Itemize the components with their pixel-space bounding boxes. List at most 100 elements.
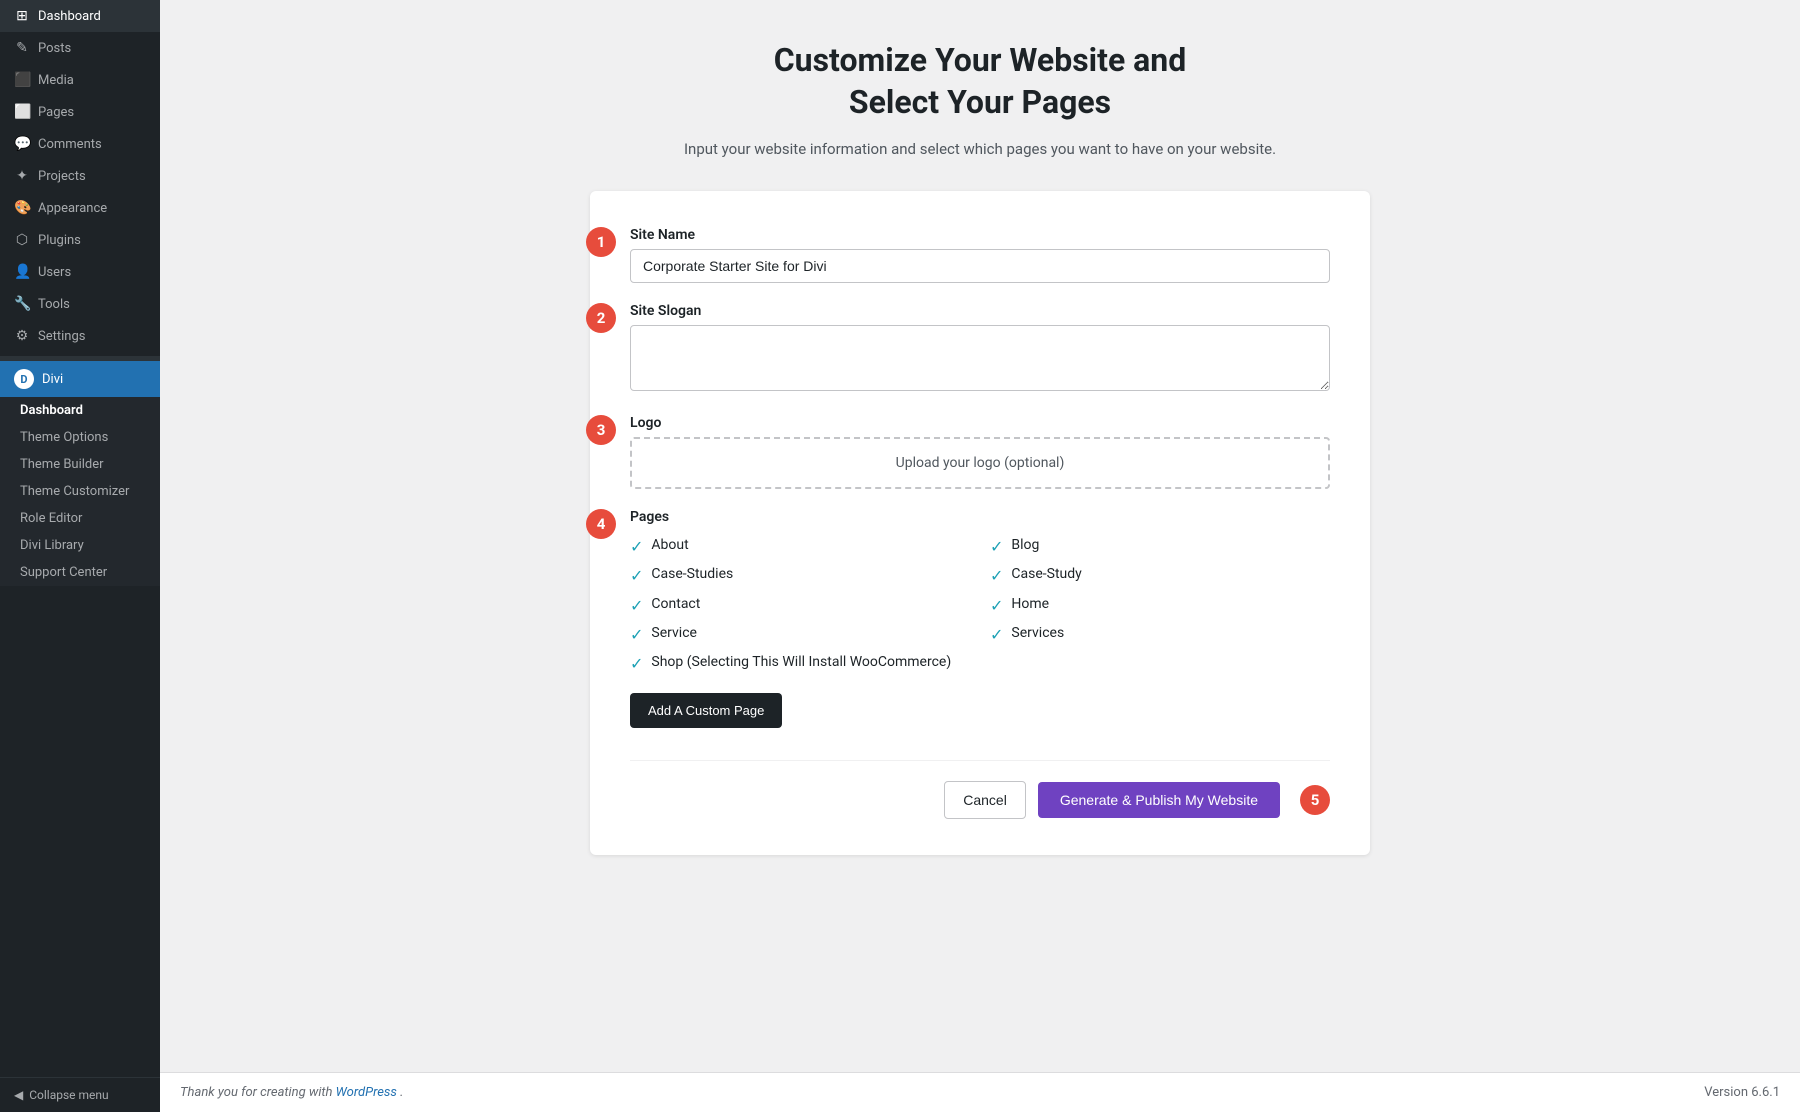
sidebar-item-dashboard-sub[interactable]: Dashboard [0, 397, 160, 424]
sidebar-label-pages: Pages [38, 105, 74, 120]
page-item-case-study[interactable]: ✓ Case-Study [990, 566, 1330, 585]
sidebar-item-role-editor[interactable]: Role Editor [0, 505, 160, 532]
pages-section: 4 Pages ✓About✓Blog✓Case-Studies✓Case-St… [630, 509, 1330, 673]
collapse-icon: ◀ [14, 1088, 23, 1102]
page-label-case-study: Case-Study [1011, 566, 1081, 582]
page-label-case-studies: Case-Studies [651, 566, 733, 582]
page-footer: Thank you for creating with WordPress . … [160, 1072, 1800, 1112]
sidebar-item-plugins[interactable]: ⬡ Plugins [0, 224, 160, 256]
sidebar-label-posts: Posts [38, 41, 71, 56]
settings-icon: ⚙ [14, 328, 30, 344]
sidebar-item-media[interactable]: ⬛ Media [0, 64, 160, 96]
form-card: 1 Site Name 2 Site Slogan 3 Logo Upload … [590, 191, 1370, 855]
generate-publish-button[interactable]: Generate & Publish My Website [1038, 782, 1280, 818]
sidebar-item-settings[interactable]: ⚙ Settings [0, 320, 160, 352]
page-label-shop: Shop (Selecting This Will Install WooCom… [651, 654, 951, 670]
pages-icon: ⬜ [14, 104, 30, 120]
sidebar-item-posts[interactable]: ✎ Posts [0, 32, 160, 64]
page-item-blog[interactable]: ✓ Blog [990, 537, 1330, 556]
page-item-contact[interactable]: ✓ Contact [630, 596, 970, 615]
divi-logo-icon: D [14, 369, 34, 389]
sidebar-label-settings: Settings [38, 329, 85, 344]
media-icon: ⬛ [14, 72, 30, 88]
sidebar-label-comments: Comments [38, 137, 102, 152]
check-icon-services: ✓ [990, 625, 1003, 644]
check-icon-blog: ✓ [990, 537, 1003, 556]
plugins-icon: ⬡ [14, 232, 30, 248]
step-1-badge: 1 [586, 227, 616, 257]
check-icon-contact: ✓ [630, 596, 643, 615]
sidebar-item-divi[interactable]: D Divi [0, 361, 160, 397]
sidebar-item-users[interactable]: 👤 Users [0, 256, 160, 288]
check-icon-about: ✓ [630, 537, 643, 556]
page-label-contact: Contact [651, 596, 700, 612]
step-4-badge: 4 [586, 509, 616, 539]
posts-icon: ✎ [14, 40, 30, 56]
page-item-shop[interactable]: ✓ Shop (Selecting This Will Install WooCo… [630, 654, 970, 673]
sidebar-label-users: Users [38, 265, 71, 280]
page-label-home: Home [1011, 596, 1049, 612]
check-icon-case-studies: ✓ [630, 566, 643, 585]
tools-icon: 🔧 [14, 296, 30, 312]
check-icon-service: ✓ [630, 625, 643, 644]
page-subtitle: Input your website information and selec… [684, 137, 1276, 161]
sidebar-label-appearance: Appearance [38, 201, 107, 216]
divi-label: Divi [42, 372, 63, 387]
check-icon-case-study: ✓ [990, 566, 1003, 585]
sidebar-label-dashboard: Dashboard [38, 9, 101, 24]
sidebar-item-comments[interactable]: 💬 Comments [0, 128, 160, 160]
sidebar-item-dashboard[interactable]: ⊞ Dashboard [0, 0, 160, 32]
logo-label: Logo [630, 415, 1330, 431]
page-item-about[interactable]: ✓ About [630, 537, 970, 556]
sidebar-item-divi-library[interactable]: Divi Library [0, 532, 160, 559]
site-name-label: Site Name [630, 227, 1330, 243]
page-item-services[interactable]: ✓ Services [990, 625, 1330, 644]
sidebar-item-tools[interactable]: 🔧Tools [0, 288, 160, 320]
sidebar-label-projects: Projects [38, 169, 86, 184]
site-name-group: 1 Site Name [630, 227, 1330, 283]
sidebar-label-media: Media [38, 73, 74, 88]
sidebar-item-projects[interactable]: ✦ Projects [0, 160, 160, 192]
sidebar-item-theme-builder[interactable]: Theme Builder [0, 451, 160, 478]
page-label-service: Service [651, 625, 697, 641]
card-footer: Cancel Generate & Publish My Website 5 [630, 760, 1330, 819]
check-icon-shop: ✓ [630, 654, 643, 673]
sidebar-item-theme-options[interactable]: Theme Options [0, 424, 160, 451]
footer-text: Thank you for creating with WordPress . [180, 1085, 403, 1100]
pages-label: Pages [630, 509, 1330, 525]
logo-upload-button[interactable]: Upload your logo (optional) [630, 437, 1330, 489]
projects-icon: ✦ [14, 168, 30, 184]
page-item-case-studies[interactable]: ✓ Case-Studies [630, 566, 970, 585]
sidebar-label-plugins: Plugins [38, 233, 81, 248]
step-2-badge: 2 [586, 303, 616, 333]
sidebar-item-pages[interactable]: ⬜ Pages [0, 96, 160, 128]
appearance-icon: 🎨 [14, 200, 30, 216]
logo-group: 3 Logo Upload your logo (optional) [630, 415, 1330, 489]
page-item-home[interactable]: ✓ Home [990, 596, 1330, 615]
page-label-blog: Blog [1011, 537, 1039, 553]
sidebar: ⊞ Dashboard ✎ Posts ⬛ Media ⬜ Pages 💬 Comments ✦ Pr… [0, 0, 160, 1112]
step-5-badge: 5 [1300, 785, 1330, 815]
add-custom-page-button[interactable]: Add A Custom Page [630, 693, 782, 728]
site-slogan-group: 2 Site Slogan [630, 303, 1330, 395]
dashboard-icon: ⊞ [14, 8, 30, 24]
collapse-label: Collapse menu [29, 1088, 108, 1102]
step-3-badge: 3 [586, 415, 616, 445]
page-label-services: Services [1011, 625, 1064, 641]
check-icon-home: ✓ [990, 596, 1003, 615]
sidebar-item-support-center[interactable]: Support Center [0, 559, 160, 586]
sidebar-item-appearance[interactable]: 🎨 Appearance [0, 192, 160, 224]
comments-icon: 💬 [14, 136, 30, 152]
page-label-about: About [651, 537, 688, 553]
version-text: Version 6.6.1 [1704, 1085, 1780, 1100]
pages-grid: ✓ About ✓ Blog ✓ Case-Studies ✓ Case-Study ✓ Cont… [630, 537, 1330, 673]
site-name-input[interactable] [630, 249, 1330, 283]
site-slogan-label: Site Slogan [630, 303, 1330, 319]
site-slogan-input[interactable] [630, 325, 1330, 391]
sidebar-item-theme-customizer[interactable]: Theme Customizer [0, 478, 160, 505]
page-item-service[interactable]: ✓ Service [630, 625, 970, 644]
cancel-button[interactable]: Cancel [944, 781, 1026, 819]
collapse-menu-button[interactable]: ◀ Collapse menu [0, 1077, 160, 1112]
users-icon: 👤 [14, 264, 30, 280]
wordpress-link[interactable]: WordPress [336, 1085, 397, 1100]
